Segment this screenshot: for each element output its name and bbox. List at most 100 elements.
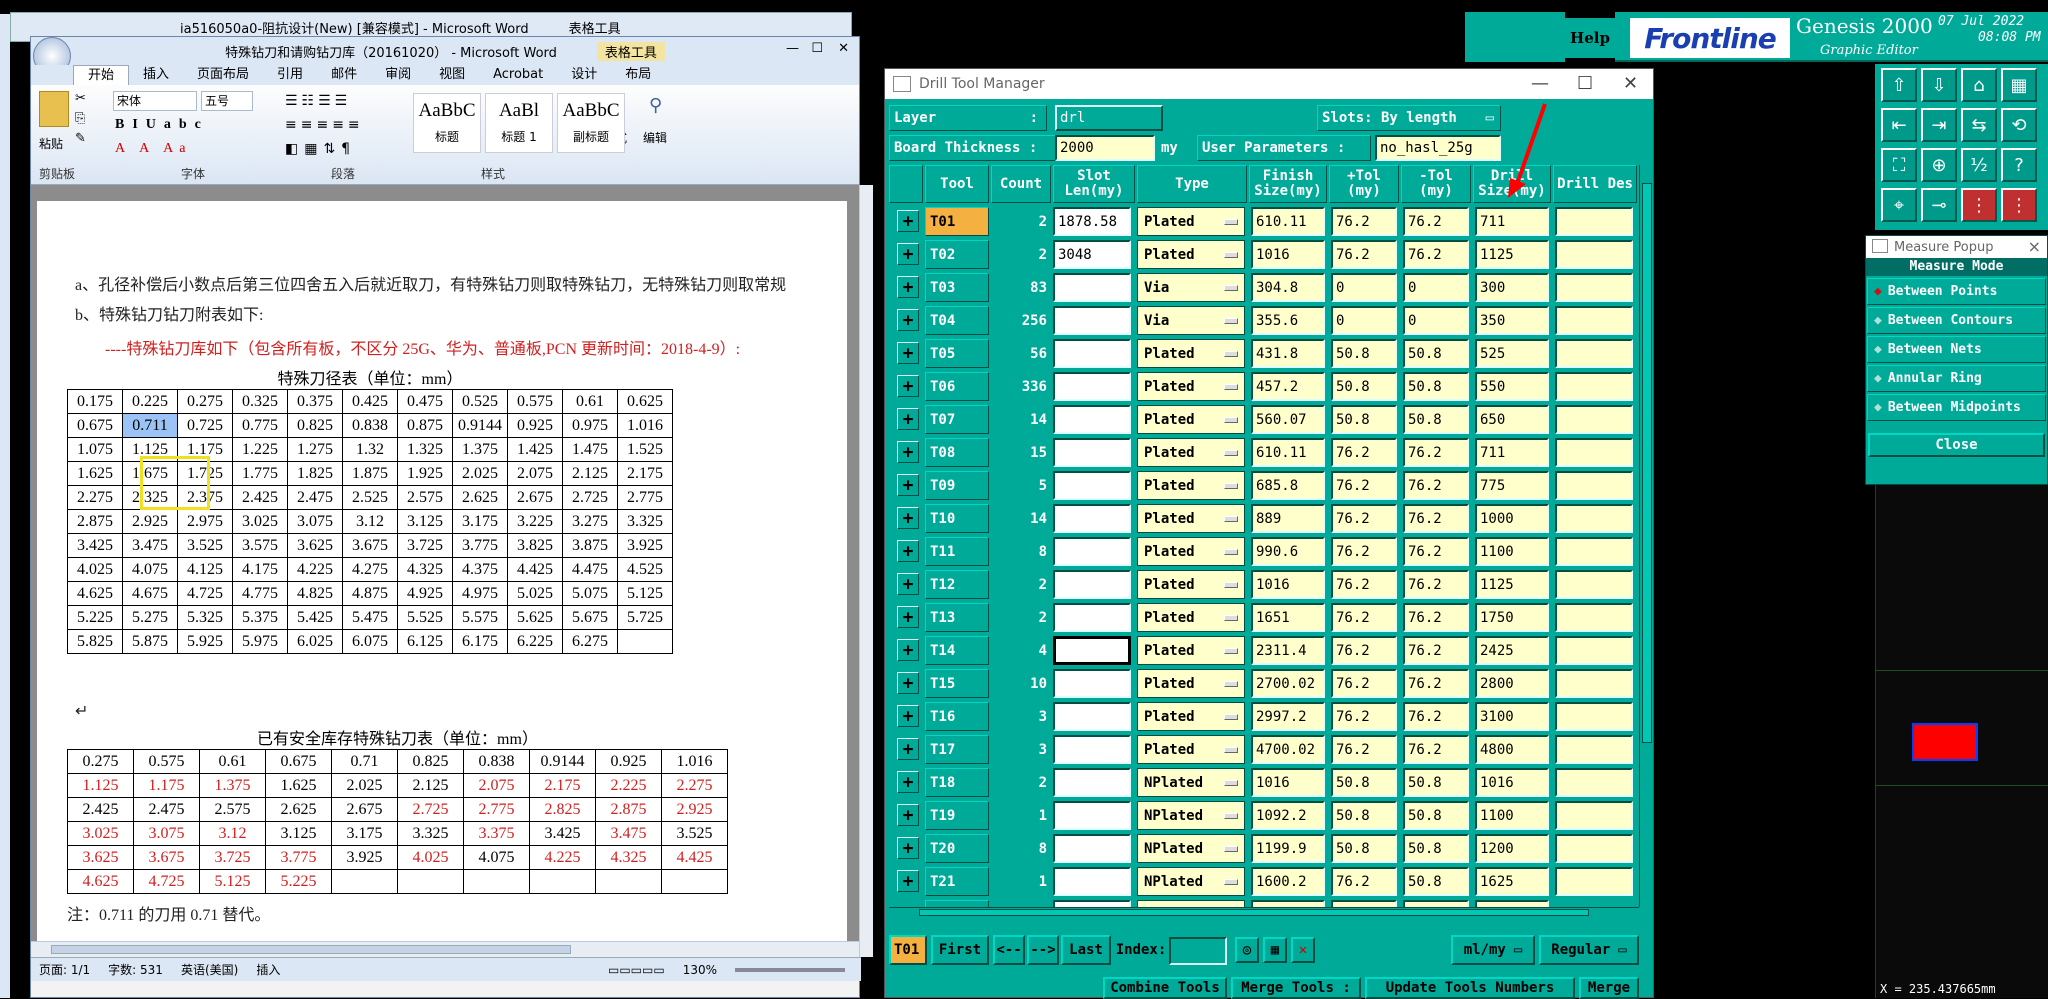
table-cell[interactable]: 3.825 (507, 533, 563, 558)
table-cell[interactable]: 1.625 (265, 773, 332, 798)
slot-len-field[interactable] (1053, 702, 1131, 731)
style-item[interactable]: AaBbC 副标题 (557, 93, 625, 153)
plus-tol-field[interactable]: 50.8 (1331, 372, 1397, 401)
user-params-field[interactable]: no_hasl_25g (1375, 135, 1501, 161)
finish-size-field[interactable]: 3302 (1251, 900, 1325, 907)
slot-len-field[interactable] (1053, 834, 1131, 863)
table-cell[interactable]: 2.575 (199, 797, 266, 822)
expand-icon[interactable]: + (897, 375, 919, 397)
table-cell[interactable]: 4.225 (287, 557, 343, 582)
expand-icon[interactable]: + (897, 738, 919, 760)
zoom-fit-icon[interactable]: ⛶ (1881, 148, 1917, 182)
table-cell[interactable]: 1.125 (67, 773, 134, 798)
table-cell[interactable]: 1.525 (617, 437, 673, 462)
table-cell[interactable]: 3.625 (287, 533, 343, 558)
table-cell[interactable]: 3.425 (529, 821, 596, 846)
drill-size-field[interactable]: 711 (1475, 207, 1549, 236)
tool-row[interactable]: + T20 8 NPlated 1199.9 50.8 50.8 1200 (889, 832, 1637, 865)
slot-len-field[interactable] (1053, 438, 1131, 467)
drill-size-field[interactable]: 1750 (1475, 603, 1549, 632)
minus-tol-field[interactable]: 50.8 (1403, 405, 1469, 434)
tool-row[interactable]: + T03 83 Via 304.8 0 0 300 (889, 271, 1637, 304)
merge-button[interactable]: Merge (1579, 977, 1639, 999)
table-cell[interactable]: 2.175 (529, 773, 596, 798)
table-cell[interactable]: 4.425 (507, 557, 563, 582)
table-cell[interactable]: 4.525 (617, 557, 673, 582)
tool-id[interactable]: T19 (925, 801, 989, 830)
table-cell[interactable]: 0.675 (67, 413, 123, 438)
table-cell[interactable]: 0.838 (463, 749, 530, 774)
plus-tol-field[interactable]: 50.8 (1331, 768, 1397, 797)
status-mode[interactable]: 插入 (256, 961, 280, 978)
drill-des-field[interactable] (1555, 867, 1633, 896)
table-cell[interactable]: 3.875 (562, 533, 618, 558)
table-cell[interactable]: 0.875 (397, 413, 453, 438)
table-cell[interactable]: 2.175 (617, 461, 673, 486)
close-icon[interactable]: × (2028, 237, 2041, 256)
layer-field[interactable]: drl (1055, 105, 1163, 131)
table-cell[interactable]: 2.675 (331, 797, 398, 822)
help-menu[interactable]: Help (1565, 18, 1615, 58)
plus-tol-field[interactable]: 50.8 (1331, 405, 1397, 434)
table-cell[interactable]: 0.711 (122, 413, 178, 438)
query-icon[interactable]: ? (2001, 148, 2037, 182)
mode-dropdown[interactable]: Regular ▭ (1539, 935, 1639, 965)
drill-des-field[interactable] (1555, 570, 1633, 599)
style-item[interactable]: AaBl 标题 1 (485, 93, 553, 153)
finish-size-field[interactable]: 4700.02 (1251, 735, 1325, 764)
table-cell[interactable]: 4.025 (67, 557, 123, 582)
table-cell[interactable]: 0.9144 (452, 413, 508, 438)
table-cell[interactable]: 2.525 (342, 485, 398, 510)
minus-tol-field[interactable]: 76.2 (1403, 735, 1469, 764)
expand-icon[interactable]: + (897, 705, 919, 727)
tool-row[interactable]: + T07 14 Plated 560.07 50.8 50.8 650 (889, 403, 1637, 436)
plus-tol-field[interactable]: 76.2 (1331, 735, 1397, 764)
drill-des-field[interactable] (1555, 504, 1633, 533)
update-tools-numbers-dropdown[interactable]: Update Tools Numbers (1365, 977, 1575, 999)
minus-tol-field[interactable]: 50.8 (1403, 768, 1469, 797)
ribbon-tab[interactable]: 页面布局 (183, 65, 263, 85)
table-cell[interactable]: 3.12 (342, 509, 398, 534)
plus-tol-field[interactable]: 50.8 (1331, 339, 1397, 368)
table-cell[interactable]: 2.025 (452, 461, 508, 486)
slot-len-field[interactable]: 1878.58 (1053, 207, 1131, 236)
table-cell[interactable]: 3.475 (595, 821, 662, 846)
table-cell[interactable]: 4.175 (232, 557, 288, 582)
minus-tol-field[interactable]: 50.8 (1403, 372, 1469, 401)
table-cell[interactable]: 4.975 (452, 581, 508, 606)
tool-row[interactable]: + T05 56 Plated 431.8 50.8 50.8 525 (889, 337, 1637, 370)
minimize-icon[interactable]: — (786, 41, 799, 56)
table-cell[interactable]: 0.9144 (529, 749, 596, 774)
table-cell[interactable]: 2.225 (595, 773, 662, 798)
tool-id[interactable]: T03 (925, 273, 989, 302)
table-cell[interactable]: 0.175 (67, 389, 123, 414)
copy-icon[interactable]: ⎘ (75, 111, 85, 126)
table-cell[interactable]: 4.475 (562, 557, 618, 582)
table-cell[interactable]: 1.875 (342, 461, 398, 486)
table-cell[interactable]: 3.775 (452, 533, 508, 558)
table-cell[interactable]: 1.275 (287, 437, 343, 462)
open-icon[interactable]: ⇧ (1881, 68, 1917, 102)
shading-icons[interactable]: ◧▦⇅¶ (285, 141, 356, 157)
drill-size-field[interactable]: 1125 (1475, 240, 1549, 269)
tool-row[interactable]: + T14 4 Plated 2311.4 76.2 76.2 2425 (889, 634, 1637, 667)
measure-option[interactable]: ◆ Between Points (1867, 278, 2046, 305)
type-dropdown[interactable]: Plated (1137, 537, 1245, 566)
table-cell[interactable]: 5.225 (265, 869, 332, 894)
type-dropdown[interactable]: Via (1137, 306, 1245, 335)
plus-tol-field[interactable]: 76.2 (1331, 438, 1397, 467)
table-cell[interactable]: 5.275 (122, 605, 178, 630)
table-cell[interactable]: 5.225 (67, 605, 123, 630)
slot-len-field[interactable] (1053, 636, 1131, 665)
table-cell[interactable]: 0.825 (397, 749, 464, 774)
type-dropdown[interactable]: Plated (1137, 570, 1245, 599)
plus-tol-field[interactable]: 76.2 (1331, 669, 1397, 698)
table-cell[interactable]: 2.825 (529, 797, 596, 822)
table-cell[interactable]: 4.075 (463, 845, 530, 870)
window-icon[interactable]: ▦ (2001, 68, 2037, 102)
table-cell[interactable]: 0.575 (133, 749, 200, 774)
table-cell[interactable]: 4.675 (122, 581, 178, 606)
table-cell[interactable]: 3.775 (265, 845, 332, 870)
format-painter-icon[interactable]: ✎ (75, 131, 86, 146)
expand-icon[interactable]: + (897, 507, 919, 529)
